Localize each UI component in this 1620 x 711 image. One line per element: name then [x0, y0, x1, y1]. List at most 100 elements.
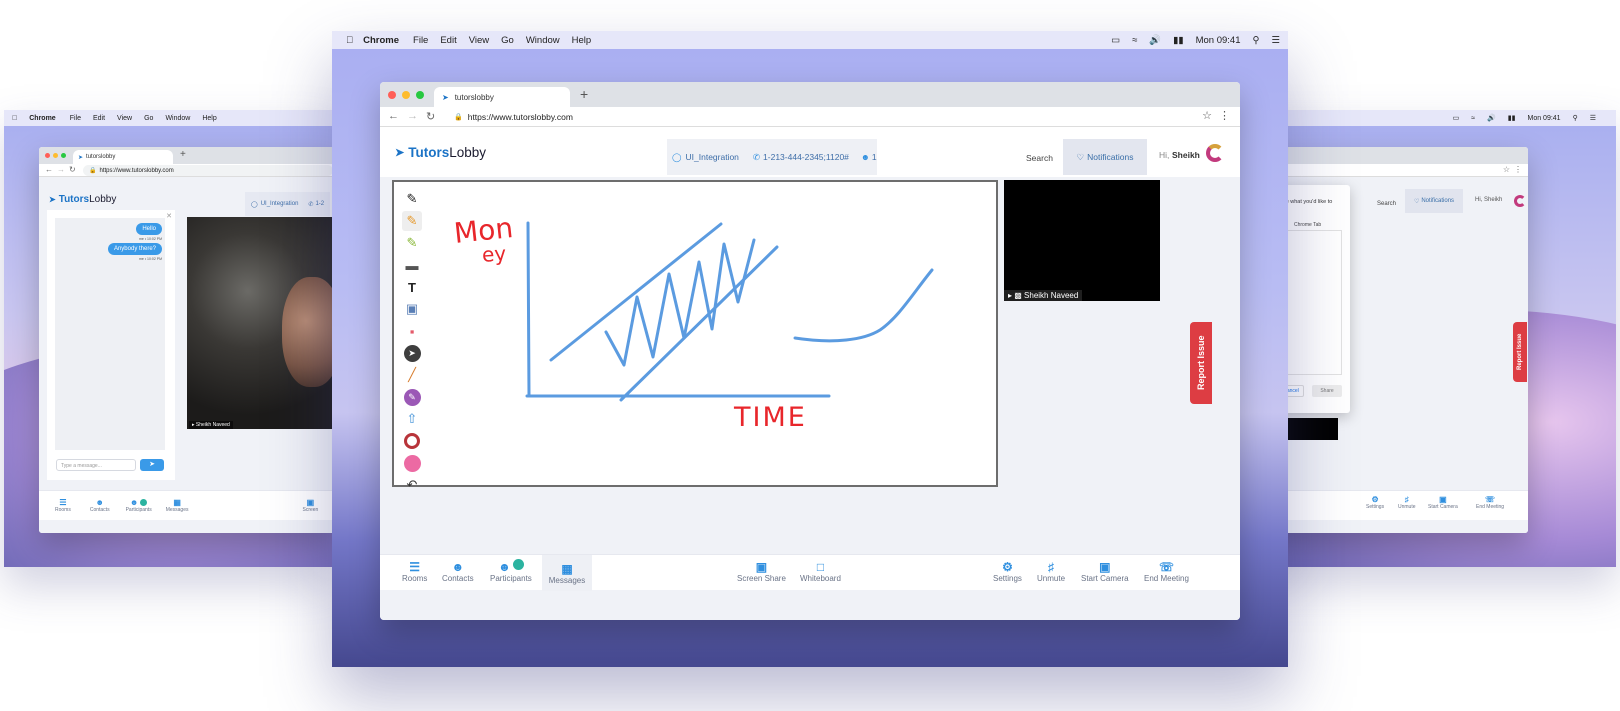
nav-start-camera[interactable]: ▣ Start Camera — [1081, 560, 1129, 583]
notifications-button[interactable]: ♡ Notifications — [1405, 189, 1463, 213]
nav-unmute[interactable]: ♯ Unmute — [1037, 560, 1065, 583]
control-center-icon[interactable]: ☰ — [1271, 35, 1280, 46]
nav-rooms[interactable]: ☰ Rooms — [402, 560, 427, 583]
maximize-dot[interactable] — [61, 153, 66, 158]
app-logo[interactable]: ➤ Tutors Lobby — [395, 145, 486, 160]
back-icon[interactable]: ← — [45, 165, 53, 174]
kebab-menu-icon[interactable]: ⋮ — [1219, 109, 1230, 122]
minimize-dot[interactable] — [402, 91, 410, 99]
wifi-icon[interactable]: ≈ — [1132, 35, 1137, 46]
nav-settings[interactable]: ⚙ Settings — [1366, 495, 1384, 510]
forward-icon[interactable]: → — [57, 165, 65, 174]
back-icon[interactable]: ← — [388, 110, 399, 122]
send-button[interactable]: ➤ — [140, 459, 164, 471]
main-desktop:  Chrome File Edit View Go Window Help ▭… — [332, 31, 1288, 667]
left-desktop:  Chrome File Edit View Go Window Help ➤… — [4, 110, 334, 567]
menubar-app[interactable]: Chrome — [363, 35, 399, 46]
menu-edit[interactable]: Edit — [440, 35, 456, 46]
room-name[interactable]: UI_Integration — [686, 152, 739, 162]
address-field[interactable]: 🔒 https://www.tutorslobby.com — [446, 109, 1216, 125]
nav-messages[interactable]: ▦ Messages — [166, 498, 189, 513]
minimize-dot[interactable] — [53, 153, 58, 158]
spotlight-icon[interactable]: ⚲ — [1253, 35, 1260, 46]
app-logo[interactable]: ➤ Tutors Lobby — [49, 194, 116, 205]
airplay-icon[interactable]: ▭ — [1453, 114, 1460, 122]
browser-tab[interactable]: ➤ tutorslobby — [73, 150, 173, 164]
menubar-app[interactable]: Chrome — [29, 115, 55, 122]
participants-count[interactable]: 1 — [872, 152, 877, 162]
nav-settings[interactable]: ⚙ Settings — [993, 560, 1022, 583]
menu-file[interactable]: File — [70, 115, 81, 122]
spotlight-icon[interactable]: ⚲ — [1573, 114, 1578, 122]
participants-count-icon: ☻ — [860, 152, 870, 162]
nav-start-camera[interactable]: ▣ Start Camera — [1428, 495, 1458, 510]
menu-view[interactable]: View — [469, 35, 489, 46]
report-issue-button[interactable]: Report Issue — [1513, 322, 1527, 382]
nav-messages[interactable]: ▦ Messages — [542, 555, 592, 591]
volume-icon[interactable]: 🔊 — [1149, 35, 1161, 46]
nav-participants[interactable]: ☻ Participants — [490, 558, 532, 583]
menu-view[interactable]: View — [117, 115, 132, 122]
menu-window[interactable]: Window — [526, 35, 560, 46]
volume-icon[interactable]: 🔊 — [1487, 114, 1496, 122]
close-dot[interactable] — [388, 91, 396, 99]
browser-tab[interactable]: ➤ tutorslobby — [434, 87, 570, 107]
video-label: ▸ ▩ Sheikh Naveed — [1004, 290, 1083, 301]
new-tab-button[interactable]: + — [580, 86, 588, 102]
search-button[interactable]: Search — [1026, 153, 1053, 163]
nav-contacts[interactable]: ☻ Contacts — [442, 560, 474, 583]
clock[interactable]: Mon 09:41 — [1196, 35, 1241, 46]
nav-participants[interactable]: ☻ Participants — [126, 498, 152, 513]
forward-icon[interactable]: → — [407, 110, 418, 122]
battery-icon[interactable]: ▮▮ — [1173, 35, 1183, 46]
search-button[interactable]: Search — [1377, 201, 1396, 207]
menu-window[interactable]: Window — [165, 115, 190, 122]
nav-whiteboard[interactable]: □ Whiteboard — [800, 560, 841, 583]
nav-end-meeting[interactable]: ☏ End Meeting — [1476, 495, 1504, 510]
maximize-dot[interactable] — [416, 91, 424, 99]
avatar[interactable] — [1206, 144, 1224, 162]
nav-label: End Meeting — [1144, 574, 1189, 583]
new-tab-button[interactable]: + — [180, 149, 186, 160]
report-issue-button[interactable]: Report Issue — [1190, 322, 1212, 404]
menu-go[interactable]: Go — [144, 115, 153, 122]
menu-help[interactable]: Help — [202, 115, 216, 122]
airplay-icon[interactable]: ▭ — [1111, 35, 1120, 46]
chat-input[interactable]: Type a message... — [56, 459, 136, 471]
menu-go[interactable]: Go — [501, 35, 514, 46]
nav-label: Start Camera — [1428, 504, 1458, 510]
user-name[interactable]: Sheikh — [1172, 150, 1200, 160]
address-field[interactable]: 🔒 https://www.tutorslobby.com — [83, 165, 333, 176]
nav-screen-share[interactable]: ▣ Screen Share — [737, 560, 786, 583]
kebab-menu-icon[interactable]: ⋮ — [1514, 165, 1522, 174]
reload-icon[interactable]: ↻ — [69, 165, 76, 174]
menu-edit[interactable]: Edit — [93, 115, 105, 122]
phone-number[interactable]: 1-213-444-2345;1120# — [763, 152, 849, 162]
reload-icon[interactable]: ↻ — [426, 110, 435, 123]
nav-unmute[interactable]: ♯ Unmute — [1398, 495, 1416, 510]
nav-label: Participants — [490, 574, 532, 583]
bookmark-icon[interactable]: ☆ — [1202, 109, 1212, 122]
room-pill[interactable]: ◯ UI_Integration ✆ 1-2 — [245, 192, 331, 216]
camera-icon: ▣ — [1439, 495, 1447, 504]
wifi-icon[interactable]: ≈ — [1471, 115, 1475, 122]
menu-file[interactable]: File — [413, 35, 428, 46]
bookmark-icon[interactable]: ☆ — [1503, 165, 1510, 174]
nav-rooms[interactable]: ☰ Rooms — [55, 498, 71, 513]
apple-icon[interactable]:  — [346, 35, 353, 46]
notifications-button[interactable]: ♡ Notifications — [1063, 139, 1147, 175]
apple-icon[interactable]:  — [12, 115, 17, 122]
nav-end-meeting[interactable]: ☏ End Meeting — [1144, 560, 1189, 583]
nav-contacts[interactable]: ☻ Contacts — [90, 498, 110, 513]
nav-screen-share[interactable]: ▣ Screen — [303, 498, 319, 513]
clock[interactable]: Mon 09:41 — [1527, 115, 1560, 122]
menu-help[interactable]: Help — [572, 35, 592, 46]
chat-close-icon[interactable]: ✕ — [166, 212, 172, 220]
avatar[interactable] — [1514, 195, 1526, 207]
share-button[interactable]: Share — [1312, 385, 1342, 397]
close-dot[interactable] — [45, 153, 50, 158]
battery-icon[interactable]: ▮▮ — [1508, 114, 1516, 122]
control-center-icon[interactable]: ☰ — [1590, 114, 1596, 122]
dialog-tab-chrome[interactable]: Chrome Tab — [1294, 222, 1321, 228]
whiteboard-canvas[interactable]: ✎ ✎ ✎ ▬ T ▣ ▪ ➤ ╱ ✎ ⇧ ↶ Mon ey TIME — [392, 180, 998, 492]
